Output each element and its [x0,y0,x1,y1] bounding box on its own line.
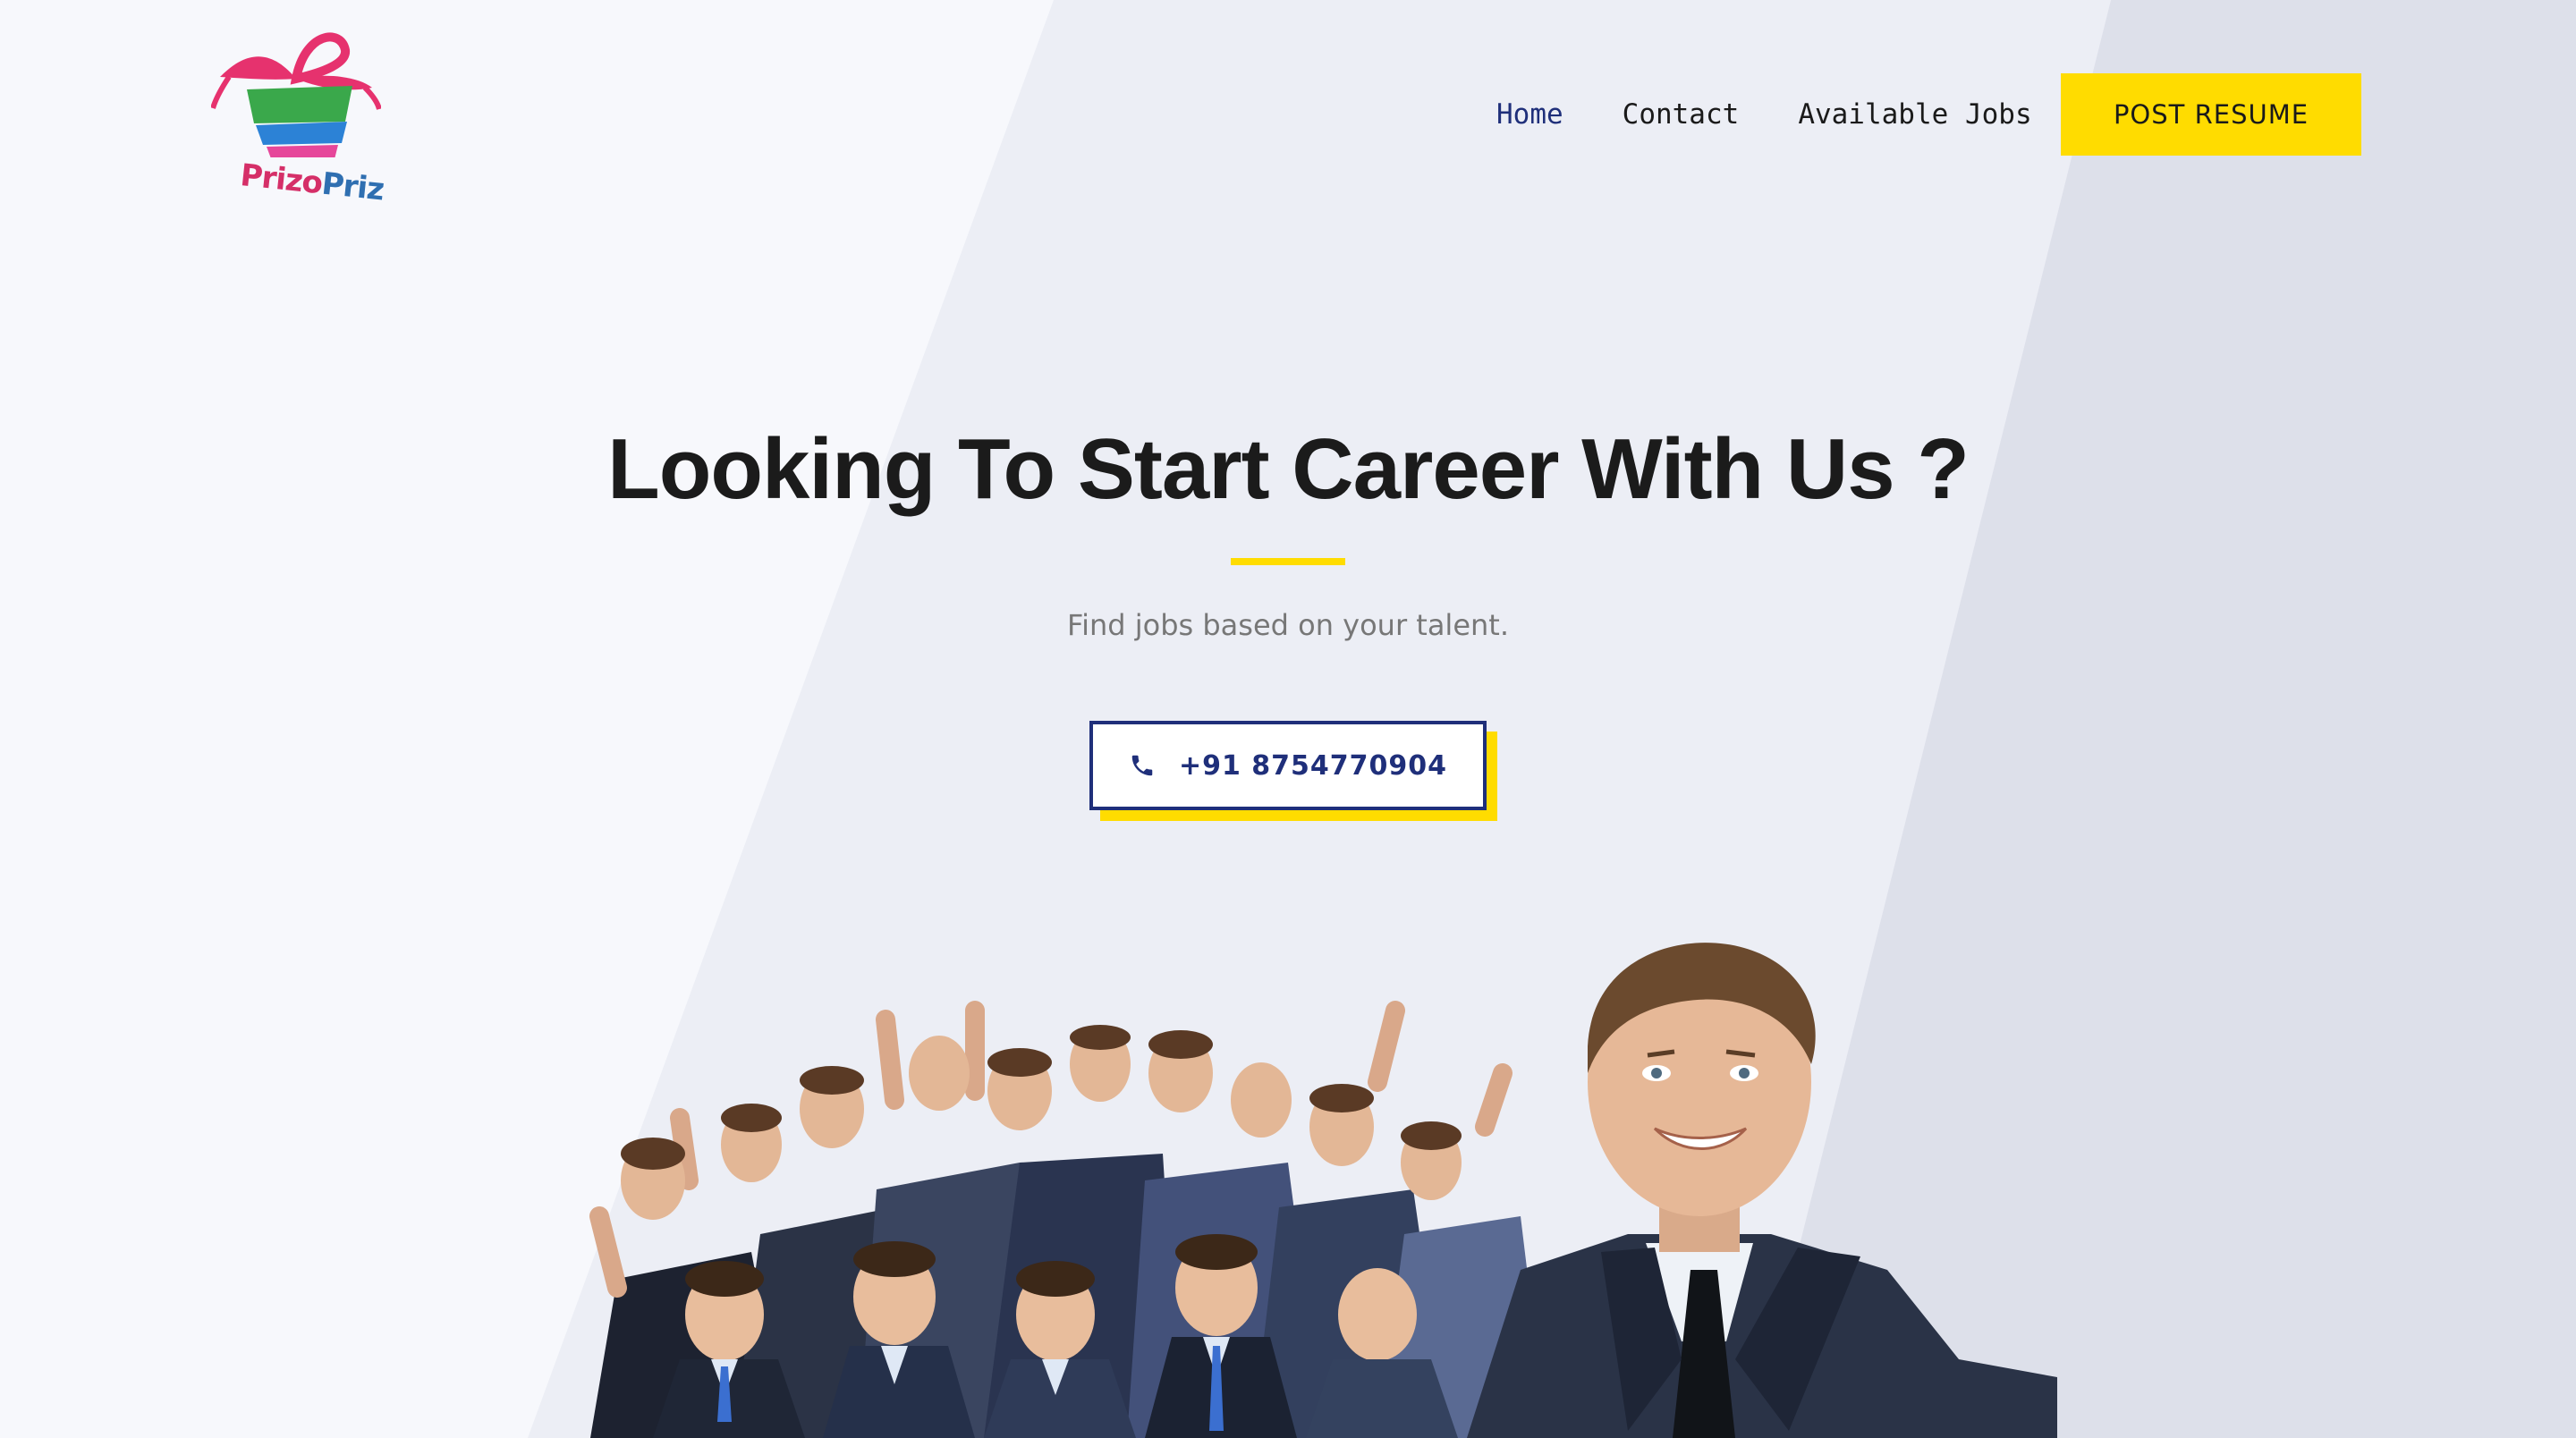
nav-home[interactable]: Home [1467,89,1593,140]
phone-icon [1131,755,1153,776]
brand-wordmark: PrizoPriz [239,157,386,208]
brand-wordmark-part2: Priz [319,165,386,208]
brand-wordmark-part1: Prizo [238,157,324,202]
main-nav: Home Contact Available Jobs [1467,89,2062,140]
title-underline [1231,558,1345,565]
nav-available-jobs[interactable]: Available Jobs [1768,89,2061,140]
gift-box-icon [210,32,382,161]
post-resume-button[interactable]: POST RESUME [2061,73,2361,156]
phone-number: +91 8754770904 [1178,749,1448,782]
hero-title: Looking To Start Career With Us ? [607,421,1970,517]
crowd-illustration [589,943,2057,1438]
hero-subtitle: Find jobs based on your talent. [1066,608,1509,642]
phone-button-wrapper: +91 8754770904 [1089,721,1497,821]
celebrating-business-team-image [519,894,2057,1438]
brand-logo[interactable]: PrizoPriz [210,23,386,208]
phone-button[interactable]: +91 8754770904 [1089,721,1487,810]
nav-contact[interactable]: Contact [1593,89,1769,140]
